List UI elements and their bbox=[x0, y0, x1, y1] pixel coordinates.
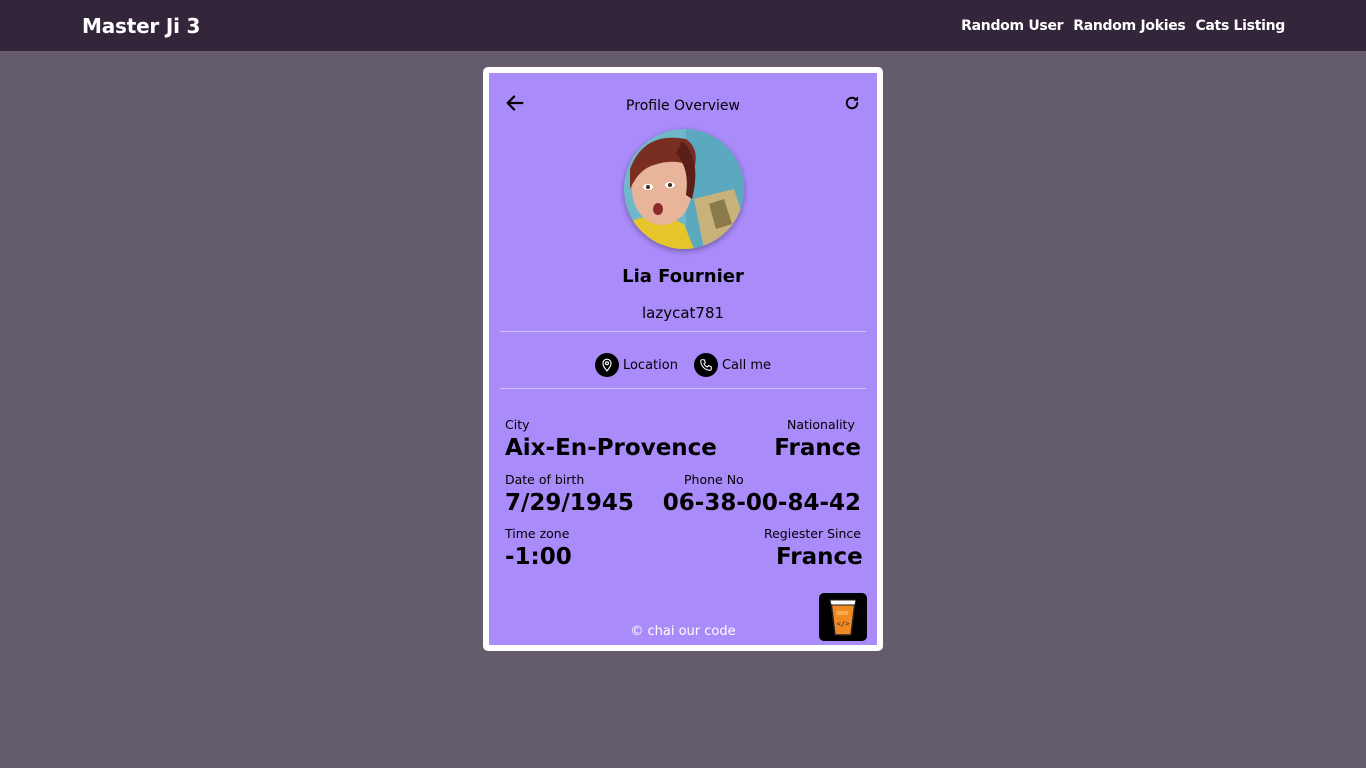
profile-card-body: Profile Overview Lia Fournier lazycat781… bbox=[489, 73, 877, 645]
timezone-value: -1:00 bbox=[505, 544, 572, 570]
phone-label: Phone No bbox=[684, 472, 744, 487]
nav-links: Random User Random Jokies Cats Listing bbox=[961, 18, 1285, 34]
divider-top bbox=[500, 331, 866, 332]
location-button[interactable]: Location bbox=[594, 353, 678, 377]
dob-value: 7/29/1945 bbox=[505, 490, 634, 516]
dob-label: Date of birth bbox=[505, 472, 585, 487]
call-button[interactable]: Call me bbox=[693, 353, 772, 377]
call-label: Call me bbox=[721, 357, 772, 373]
phone-value: 06-38-00-84-42 bbox=[662, 490, 861, 516]
location-label: Location bbox=[622, 357, 678, 373]
profile-card: Profile Overview Lia Fournier lazycat781… bbox=[483, 67, 883, 651]
avatar bbox=[624, 129, 744, 249]
city-value: Aix-En-Provence bbox=[505, 435, 717, 461]
brand-logo[interactable]: Master Ji 3 bbox=[82, 14, 200, 38]
chai-cup-icon[interactable]: </> bbox=[819, 593, 867, 641]
top-navbar: Master Ji 3 Random User Random Jokies Ca… bbox=[0, 0, 1366, 51]
registered-label: Regiester Since bbox=[763, 526, 861, 541]
user-handle: lazycat781 bbox=[641, 304, 725, 322]
svg-text:</>: </> bbox=[837, 620, 850, 628]
phone-icon bbox=[693, 353, 718, 377]
refresh-icon[interactable] bbox=[843, 94, 861, 112]
nav-link-random-jokies[interactable]: Random Jokies bbox=[1073, 18, 1185, 34]
registered-value: France bbox=[776, 544, 863, 570]
user-full-name: Lia Fournier bbox=[622, 266, 744, 287]
nationality-label: Nationality bbox=[787, 417, 855, 432]
nav-link-random-user[interactable]: Random User bbox=[961, 18, 1063, 34]
nav-link-cats-listing[interactable]: Cats Listing bbox=[1195, 18, 1285, 34]
map-pin-icon bbox=[594, 353, 619, 377]
nationality-value: France bbox=[774, 435, 861, 461]
contact-actions: Location Call me bbox=[489, 353, 877, 377]
card-title: Profile Overview bbox=[626, 98, 740, 114]
timezone-label: Time zone bbox=[505, 526, 570, 541]
divider-bottom bbox=[500, 388, 866, 389]
city-label: City bbox=[505, 417, 530, 432]
